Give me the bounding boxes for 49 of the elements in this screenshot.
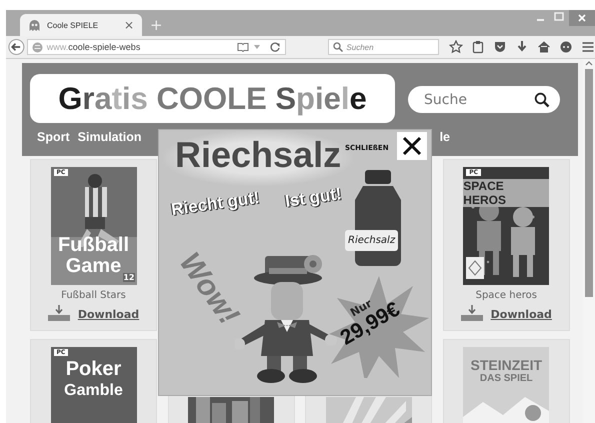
reload-icon[interactable] <box>269 41 282 53</box>
shield-icon[interactable] <box>493 40 507 54</box>
home-icon[interactable] <box>537 40 551 54</box>
nav-link[interactable]: Simulation <box>78 130 142 144</box>
slogan: Riecht gut! <box>170 188 261 220</box>
search-field[interactable]: Suchen <box>328 39 439 55</box>
close-button[interactable] <box>397 132 427 160</box>
cover-title: STEINZEIT <box>470 357 542 373</box>
close-tab-button[interactable]: × <box>124 19 134 31</box>
close-icon[interactable] <box>569 10 595 26</box>
cover-title: Game <box>66 256 122 277</box>
scrollbar-thumb[interactable] <box>585 69 593 297</box>
nav-link[interactable]: le <box>440 130 450 144</box>
star-icon[interactable] <box>449 40 463 54</box>
cover-title: DAS SPIEL <box>480 373 533 384</box>
scroll-up-icon[interactable] <box>583 59 595 67</box>
search-placeholder: Suche <box>424 92 467 108</box>
cover-title: Gamble <box>64 381 123 401</box>
age-rating: 12 <box>123 273 134 282</box>
download-icon[interactable] <box>515 40 529 54</box>
site-logo[interactable]: Gratis COOLE Spiele <box>30 74 395 123</box>
download-link[interactable]: Download <box>490 308 552 321</box>
back-button[interactable] <box>8 38 25 56</box>
download-link[interactable]: Download <box>78 308 140 321</box>
reader-icon[interactable] <box>237 42 250 52</box>
browser-tab[interactable]: Coole SPIELE × <box>20 14 142 36</box>
download-icon <box>460 305 483 321</box>
game-title: Space heros <box>476 290 537 301</box>
address-field[interactable]: www.coole-spiele-webs <box>26 39 286 55</box>
chat-icon[interactable] <box>559 40 573 54</box>
clipboard-icon[interactable] <box>471 40 485 54</box>
search-placeholder: Suchen <box>346 42 374 52</box>
cover-title: Fußball <box>58 235 130 256</box>
close-icon <box>402 136 422 156</box>
url-text: www.coole-spiele-webs <box>46 42 142 52</box>
search-field[interactable]: Suche <box>408 86 560 113</box>
menu-icon[interactable] <box>581 40 595 54</box>
game-title: Fußball Stars <box>61 290 126 301</box>
download-icon <box>48 305 70 321</box>
search-icon[interactable] <box>534 92 550 108</box>
nav-link[interactable]: Sport <box>37 130 70 144</box>
globe-icon <box>32 42 43 52</box>
cover-title: SPACE HEROS <box>463 179 507 207</box>
ghost-icon <box>28 18 41 32</box>
bottle-label: Riechsalz <box>345 230 398 251</box>
search-icon <box>333 42 344 52</box>
tab-title: Coole SPIELE <box>47 20 100 30</box>
slogan: Ist gut! <box>284 184 343 212</box>
cover-title: Poker <box>66 359 122 380</box>
